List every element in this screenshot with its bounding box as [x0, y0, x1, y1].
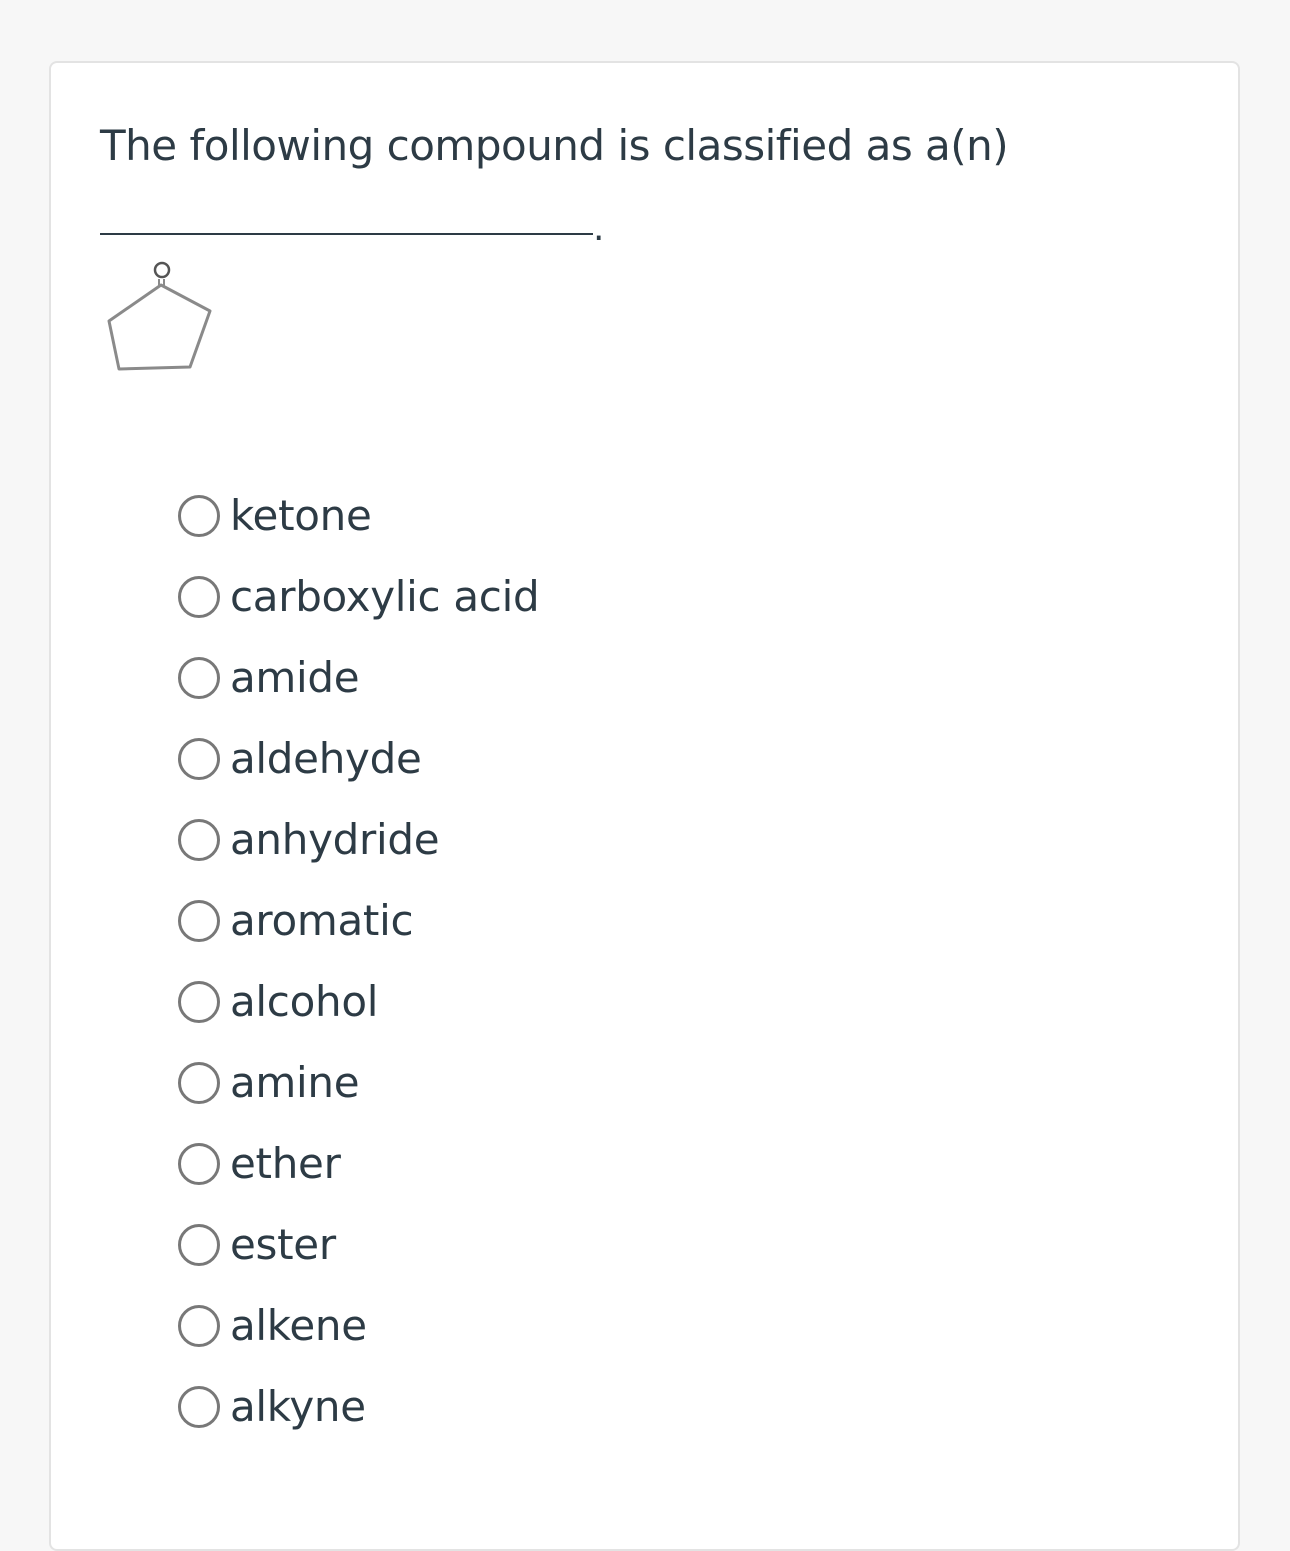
option-label: ether — [230, 1139, 341, 1188]
radio-button[interactable] — [178, 1304, 220, 1347]
option-alcohol[interactable]: alcohol — [178, 961, 539, 1042]
option-alkyne[interactable]: alkyne — [178, 1366, 539, 1447]
option-ether[interactable]: ether — [178, 1123, 539, 1204]
option-label: ketone — [230, 491, 372, 540]
radio-button[interactable] — [178, 737, 220, 780]
radio-button[interactable] — [178, 575, 220, 618]
radio-button[interactable] — [178, 1061, 220, 1104]
answer-blank — [100, 233, 593, 235]
option-label: carboxylic acid — [230, 572, 540, 621]
cyclopentanone-structure-icon — [107, 261, 212, 371]
option-label: alkene — [230, 1301, 367, 1350]
option-label: ester — [230, 1220, 336, 1269]
option-carboxylic-acid[interactable]: carboxylic acid — [178, 556, 540, 637]
question-card: The following compound is classified as … — [49, 61, 1240, 1551]
option-amine[interactable]: amine — [178, 1042, 539, 1123]
blank-period: . — [593, 208, 605, 249]
radio-button[interactable] — [178, 656, 220, 699]
option-label: amine — [230, 1058, 360, 1107]
option-aldehyde[interactable]: aldehyde — [178, 718, 539, 799]
option-label: anhydride — [230, 815, 440, 864]
option-label: aldehyde — [230, 734, 422, 783]
radio-button[interactable] — [178, 899, 220, 942]
option-label: aromatic — [230, 896, 414, 945]
option-alkene[interactable]: alkene — [178, 1285, 539, 1366]
radio-button[interactable] — [178, 1385, 220, 1428]
option-label: alcohol — [230, 977, 379, 1026]
question-text: The following compound is classified as … — [100, 121, 1009, 170]
radio-button[interactable] — [178, 494, 220, 537]
option-anhydride[interactable]: anhydride — [178, 799, 539, 880]
option-ester[interactable]: ester — [178, 1204, 539, 1285]
option-label: amide — [230, 653, 360, 702]
radio-button[interactable] — [178, 980, 220, 1023]
answer-options: ketone carboxylic acid amide aldehyde an… — [178, 475, 540, 1447]
option-ketone[interactable]: ketone — [178, 475, 539, 556]
option-amide[interactable]: amide — [178, 637, 539, 718]
option-label: alkyne — [230, 1382, 366, 1431]
radio-button[interactable] — [178, 1142, 220, 1185]
radio-button[interactable] — [178, 1223, 220, 1266]
option-aromatic[interactable]: aromatic — [178, 880, 539, 961]
radio-button[interactable] — [178, 818, 220, 861]
